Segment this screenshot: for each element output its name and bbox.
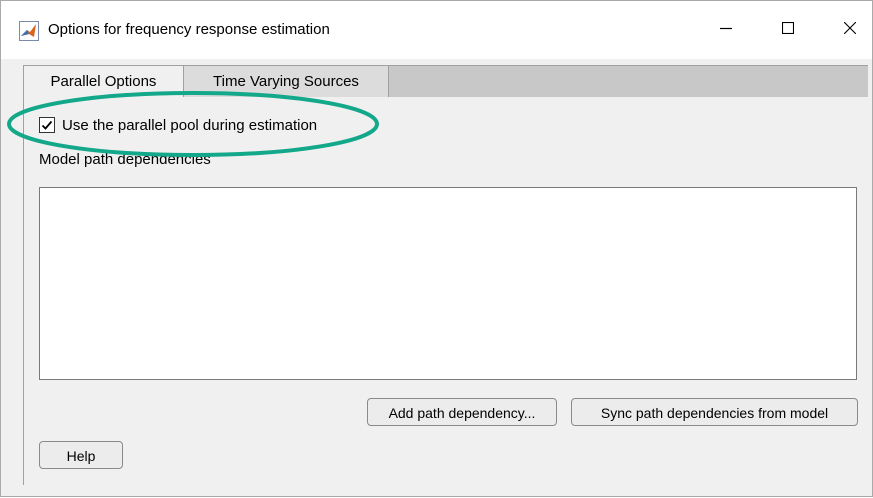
sync-path-dependencies-button[interactable]: Sync path dependencies from model — [571, 398, 858, 426]
title-bar: Options for frequency response estimatio… — [1, 1, 872, 59]
tab-parallel-options[interactable]: Parallel Options — [24, 66, 184, 99]
window-title: Options for frequency response estimatio… — [48, 21, 330, 38]
use-parallel-pool-label: Use the parallel pool during estimation — [62, 116, 318, 134]
use-parallel-pool-checkbox[interactable] — [39, 117, 55, 133]
help-button[interactable]: Help — [39, 441, 123, 469]
tab-time-varying-sources[interactable]: Time Varying Sources — [184, 66, 389, 98]
add-path-dependency-button[interactable]: Add path dependency... — [367, 398, 557, 426]
use-parallel-pool-option[interactable]: Use the parallel pool during estimation — [39, 115, 317, 135]
matlab-logo-icon — [19, 21, 39, 41]
minimize-button[interactable] — [703, 1, 749, 59]
minimize-icon — [720, 21, 732, 39]
model-path-dependencies-label: Model path dependencies — [39, 151, 211, 168]
close-button[interactable] — [827, 1, 873, 59]
checkmark-icon — [41, 120, 53, 130]
tab-strip: Parallel Options Time Varying Sources — [23, 65, 868, 99]
maximize-button[interactable] — [765, 1, 811, 59]
maximize-icon — [781, 21, 795, 39]
model-path-dependencies-list[interactable] — [39, 187, 857, 380]
dialog-window: Options for frequency response estimatio… — [0, 0, 873, 497]
close-icon — [843, 21, 857, 39]
